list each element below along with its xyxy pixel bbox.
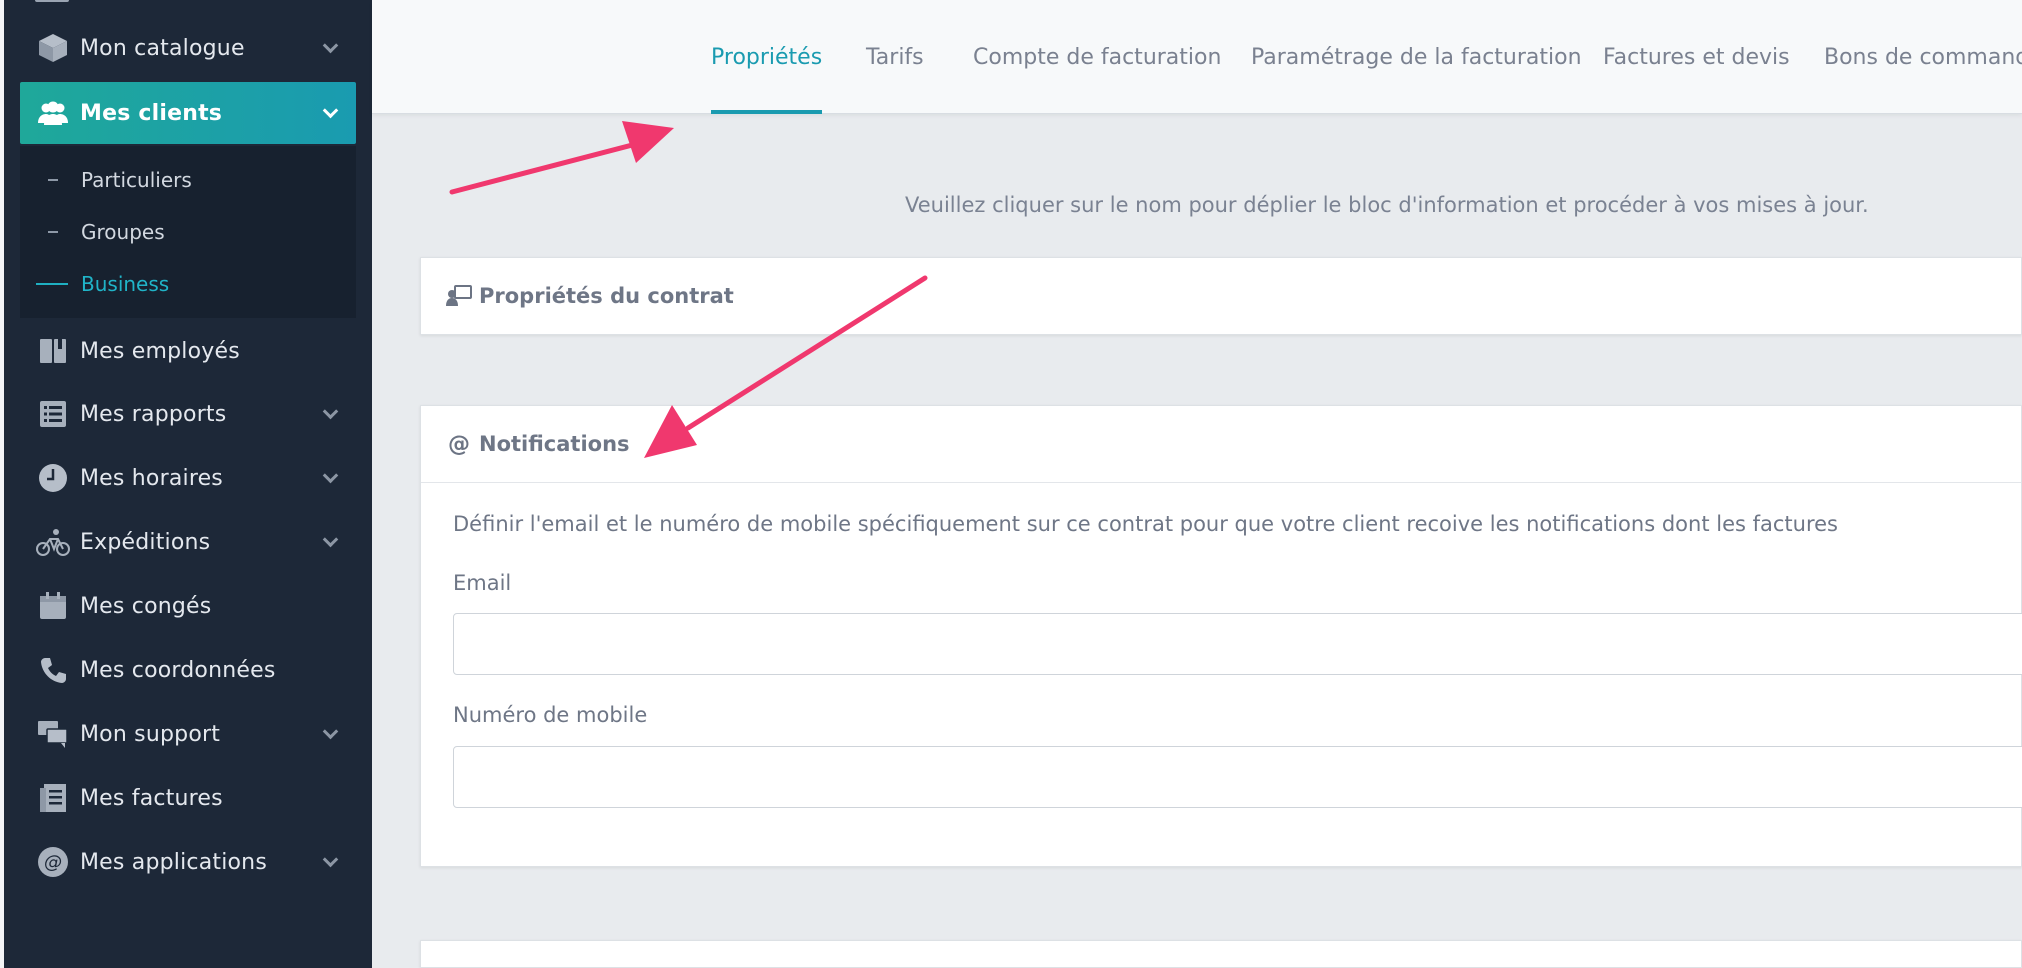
arrow-icon — [449, 121, 674, 195]
sidebar-item-label: Expéditions — [80, 529, 211, 555]
panel-title: Notifications — [479, 432, 630, 456]
email-field[interactable] — [453, 613, 2022, 675]
dash-icon — [48, 179, 58, 181]
phone-icon — [36, 653, 70, 687]
sidebar-item-label: Mes horaires — [80, 465, 223, 491]
cube-icon — [36, 31, 70, 65]
sidebar: Mon catalogue Mes clients Particuliers G… — [0, 0, 372, 968]
tab-tarifs[interactable]: Tarifs — [866, 0, 924, 114]
divider — [421, 482, 2021, 483]
info-message: Veuillez cliquer sur le nom pour déplier… — [905, 193, 1869, 217]
sidebar-item-applications[interactable]: @ Mes applications — [20, 831, 356, 893]
calendar-icon — [36, 589, 70, 623]
sidebar-item-horaires[interactable]: Mes horaires — [20, 447, 356, 509]
submenu-item-groupes[interactable]: Groupes — [20, 212, 356, 252]
mobile-label: Numéro de mobile — [453, 703, 648, 727]
panel-title: Propriétés du contrat — [479, 284, 734, 308]
sidebar-item-catalogue[interactable]: Mon catalogue — [20, 17, 356, 79]
at-icon: @ — [448, 431, 470, 457]
submenu-item-label: Particuliers — [81, 168, 192, 192]
tab-compte-facturation[interactable]: Compte de facturation — [973, 0, 1221, 114]
chevron-down-icon — [322, 37, 339, 54]
book-icon — [36, 334, 70, 368]
chat-icon — [36, 717, 70, 751]
sidebar-item-label: Mes clients — [80, 100, 223, 126]
tab-factures-devis[interactable]: Factures et devis — [1603, 0, 1790, 114]
next-panel-partial — [420, 940, 2022, 968]
notifications-header[interactable]: @ Notifications — [421, 406, 2021, 482]
sidebar-item-label: Mes congés — [80, 593, 212, 619]
active-indicator — [36, 283, 68, 285]
chevron-down-icon — [322, 851, 339, 868]
sidebar-item-label: Mes coordonnées — [80, 657, 276, 683]
users-icon — [36, 96, 70, 130]
dash-icon — [48, 231, 58, 233]
notifications-description: Définir l'email et le numéro de mobile s… — [453, 512, 1838, 536]
partial-menu-icon — [35, 0, 69, 2]
mobile-field[interactable] — [453, 746, 2022, 808]
chevron-down-icon — [322, 102, 339, 119]
sidebar-item-label: Mes employés — [80, 338, 240, 364]
chevron-down-icon — [322, 531, 339, 548]
sidebar-item-expeditions[interactable]: Expéditions — [20, 511, 356, 573]
submenu-item-particuliers[interactable]: Particuliers — [20, 160, 356, 200]
sidebar-item-support[interactable]: Mon support — [20, 703, 356, 765]
sidebar-item-factures[interactable]: Mes factures — [20, 767, 356, 829]
submenu-item-label: Groupes — [81, 220, 165, 244]
sidebar-item-label: Mes factures — [80, 785, 223, 811]
chevron-down-icon — [322, 723, 339, 740]
contract-icon — [445, 282, 473, 310]
svg-text:@: @ — [44, 852, 62, 873]
sidebar-item-coordonnees[interactable]: Mes coordonnées — [20, 639, 356, 701]
list-icon — [36, 397, 70, 431]
window-edge — [0, 0, 4, 968]
contract-properties-panel: Propriétés du contrat — [420, 257, 2022, 335]
sidebar-item-label: Mon catalogue — [80, 35, 245, 61]
sidebar-item-clients[interactable]: Mes clients — [20, 82, 356, 144]
sidebar-item-rapports[interactable]: Mes rapports — [20, 383, 356, 445]
tab-bons-commande[interactable]: Bons de commande — [1824, 0, 2022, 114]
bicycle-icon — [36, 525, 70, 559]
sidebar-item-label: Mes applications — [80, 849, 267, 875]
tab-proprietes[interactable]: Propriétés — [711, 0, 823, 114]
clients-submenu: Particuliers Groupes Business — [20, 146, 356, 318]
sidebar-item-label: Mon support — [80, 721, 221, 747]
sidebar-item-employes[interactable]: Mes employés — [20, 320, 356, 382]
at-icon: @ — [36, 845, 70, 879]
submenu-item-label: Business — [81, 272, 170, 296]
contract-properties-header[interactable]: Propriétés du contrat — [421, 258, 2021, 334]
chevron-down-icon — [322, 467, 339, 484]
invoice-icon — [36, 781, 70, 815]
clock-icon — [36, 461, 70, 495]
tab-bar: Propriétés Tarifs Compte de facturation … — [372, 0, 2022, 114]
chevron-down-icon — [322, 403, 339, 420]
sidebar-item-label: Mes rapports — [80, 401, 227, 427]
notifications-panel: @ Notifications Définir l'email et le nu… — [420, 405, 2022, 867]
tab-parametrage-facturation[interactable]: Paramétrage de la facturation — [1251, 0, 1582, 114]
submenu-item-business[interactable]: Business — [20, 264, 356, 304]
email-label: Email — [453, 571, 512, 595]
sidebar-item-conges[interactable]: Mes congés — [20, 575, 356, 637]
